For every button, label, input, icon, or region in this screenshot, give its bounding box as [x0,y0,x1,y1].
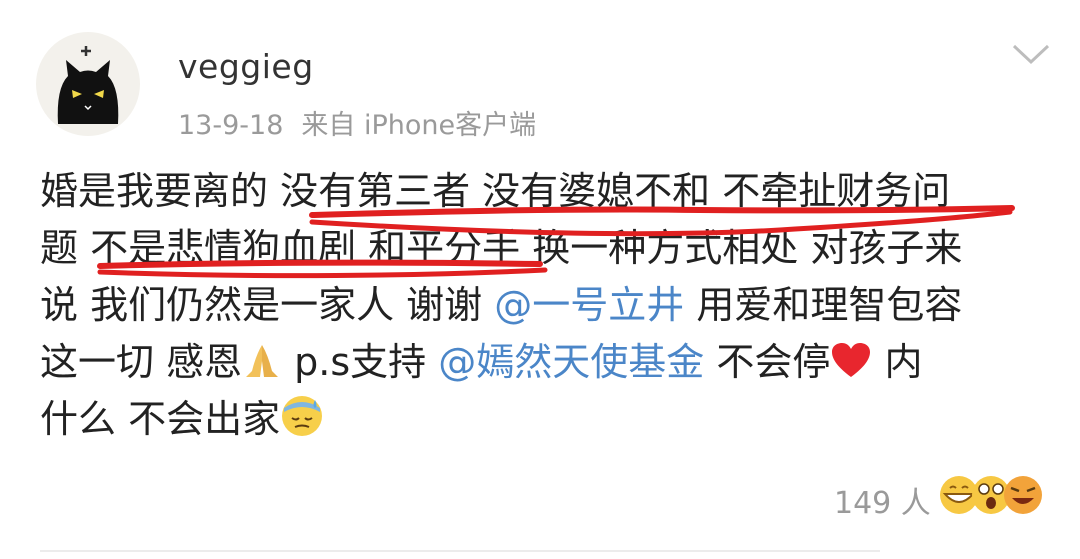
reaction-emoji-icons[interactable] [935,470,1047,520]
mention-link[interactable]: @嫣然天使基金 [438,340,704,384]
post-source[interactable]: 来自 iPhone客户端 [301,110,536,141]
body-line: 什么 不会出家 [40,391,1060,448]
body-line: 说 我们仍然是一家人 谢谢 @一号立井 用爱和理智包容 [40,283,963,327]
laughing-emoji-icon [1004,476,1042,514]
body-line: 这一切 感恩 p.s支持 @嫣然天使基金 不会停 内 [40,340,923,384]
post-date: 13-9-18 [178,110,284,141]
post-meta: 13-9-18 来自 iPhone客户端 [178,103,554,142]
heart-emoji-icon [832,343,871,377]
chevron-down-icon[interactable] [1010,40,1052,68]
cat-avatar-icon [57,46,119,124]
divider [40,550,880,552]
mention-link[interactable]: @一号立井 [494,283,684,327]
likes-count[interactable]: 149 人 [834,478,931,522]
body-line: 题 不是悲情狗血剧 和平分手 换一种方式相处 对孩子来 [40,226,963,270]
body-line: 婚是我要离的 没有第三者 没有婆媳不和 不牵扯财务问 [40,169,951,213]
username[interactable]: veggieg [178,47,314,86]
sweat-face-emoji-icon [282,396,323,436]
post-body: 婚是我要离的 没有第三者 没有婆媳不和 不牵扯财务问 题 不是悲情狗血剧 和平分… [40,163,1060,448]
pray-emoji-icon [246,345,279,377]
avatar[interactable] [36,32,140,136]
